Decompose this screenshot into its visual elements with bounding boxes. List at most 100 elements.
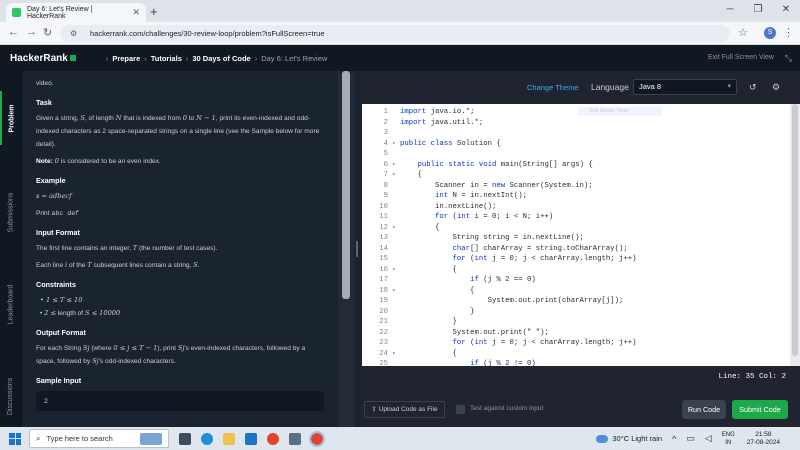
- line-number: 6: [383, 160, 388, 169]
- breadcrumb-prepare[interactable]: Prepare: [112, 54, 140, 63]
- breadcrumb-tutorials[interactable]: Tutorials: [151, 54, 182, 63]
- edge-icon[interactable]: [201, 432, 213, 445]
- code-scroll-thumb[interactable]: [792, 104, 798, 356]
- code-line[interactable]: 15 for (int j = 0; j < charArray.length;…: [362, 254, 790, 265]
- code-keyword: for: [452, 339, 466, 347]
- tab-discussions[interactable]: Discussions: [0, 365, 22, 427]
- change-theme-link[interactable]: Change Theme: [527, 83, 579, 92]
- code-text: {: [400, 265, 457, 274]
- app-icon[interactable]: [289, 432, 301, 445]
- tab-submissions[interactable]: Submissions: [0, 177, 22, 247]
- code-line[interactable]: 4 ▾ public class Solution {: [362, 139, 790, 150]
- editor-settings-icon[interactable]: ⚙: [772, 82, 780, 93]
- code-line[interactable]: 5: [362, 149, 790, 160]
- browser-menu-icon[interactable]: ⋮: [783, 26, 794, 39]
- submit-code-button[interactable]: Submit Code: [732, 400, 788, 419]
- splitter-grip-icon[interactable]: [356, 241, 358, 257]
- network-icon[interactable]: ▭: [686, 433, 695, 444]
- custom-input-checkbox[interactable]: [456, 405, 465, 414]
- tab-leaderboard[interactable]: Leaderboard: [0, 269, 22, 339]
- code-editor[interactable]: 1 import java.io.*; 2 import java.util.*; 3 4…: [362, 104, 790, 366]
- code-line[interactable]: 3: [362, 128, 790, 139]
- fold-chevron-icon[interactable]: ▾: [392, 170, 396, 181]
- code-line[interactable]: 24 ▾ {: [362, 349, 790, 360]
- close-window-icon[interactable]: ✕: [772, 0, 800, 22]
- url-field[interactable]: ⚙ hackerrank.com/challenges/30-review-lo…: [60, 25, 730, 42]
- fold-chevron-icon[interactable]: ▾: [392, 286, 396, 297]
- code-line[interactable]: 14 char[] charArray = string.toCharArray…: [362, 244, 790, 255]
- new-tab-button[interactable]: +: [150, 4, 158, 19]
- mail-icon[interactable]: [245, 432, 257, 445]
- code-line[interactable]: 11 for (int i = 0; i < N; i++): [362, 212, 790, 223]
- site-info-icon[interactable]: ⚙: [70, 25, 77, 42]
- problem-scroll-thumb[interactable]: [342, 71, 350, 299]
- profile-avatar[interactable]: S: [764, 27, 776, 39]
- volume-icon[interactable]: ◁: [705, 433, 712, 444]
- reload-icon[interactable]: ↻: [43, 26, 52, 39]
- fold-chevron-icon[interactable]: ▾: [392, 160, 396, 171]
- fold-chevron-icon[interactable]: ▾: [392, 349, 396, 360]
- task-view-icon[interactable]: [179, 432, 191, 445]
- code-keyword: int: [474, 339, 488, 347]
- tab-problem[interactable]: Problem: [0, 91, 22, 145]
- browser-tab[interactable]: Day 6: Let's Review | HackerRank ✕: [6, 3, 146, 22]
- code-line[interactable]: 21 }: [362, 317, 790, 328]
- tray-chevron-icon[interactable]: ^: [672, 434, 676, 444]
- clock-date: 27-08-2024: [746, 438, 780, 446]
- taskbar-search[interactable]: ⌕ Type here to search: [29, 429, 169, 448]
- back-icon[interactable]: ←: [8, 26, 19, 38]
- weather-widget[interactable]: 30°C Light rain: [596, 434, 662, 443]
- custom-input-label[interactable]: Test against custom input: [470, 405, 543, 412]
- bookmark-star-icon[interactable]: ☆: [738, 26, 748, 39]
- run-code-button[interactable]: Run Code: [682, 400, 726, 419]
- minimize-icon[interactable]: ─: [716, 0, 744, 22]
- code-line[interactable]: 23 for (int j = 0; j < charArray.length;…: [362, 338, 790, 349]
- maximize-icon[interactable]: ❐: [744, 0, 772, 22]
- reset-code-icon[interactable]: ↺: [749, 82, 757, 93]
- language-indicator[interactable]: ENG IN: [722, 431, 735, 447]
- code-line[interactable]: 7 ▾ {: [362, 170, 790, 181]
- output-text: 's even-indexed characters, followed: [184, 345, 291, 352]
- code-keyword: if: [470, 360, 479, 366]
- fold-chevron-icon[interactable]: ▾: [392, 223, 396, 234]
- code-line[interactable]: 16 ▾ {: [362, 265, 790, 276]
- code-line[interactable]: 8 Scanner in = new Scanner(System.in);: [362, 181, 790, 192]
- code-line[interactable]: 20 }: [362, 307, 790, 318]
- fold-chevron-icon[interactable]: ▾: [392, 139, 396, 150]
- forward-icon[interactable]: →: [26, 26, 37, 38]
- code-line[interactable]: 25 if (j % 2 != 0): [362, 359, 790, 366]
- chrome-active-icon[interactable]: [309, 430, 325, 447]
- code-line[interactable]: 1 import java.io.*;: [362, 107, 790, 118]
- note-label: Note:: [36, 158, 53, 165]
- windows-start-icon[interactable]: [9, 432, 21, 445]
- exit-full-screen-link[interactable]: Exit Full Screen View: [708, 54, 774, 61]
- input-format-heading: Input Format: [36, 228, 80, 237]
- code-line[interactable]: 10 in.nextLine();: [362, 202, 790, 213]
- input-text: of the: [68, 262, 86, 269]
- upload-code-button[interactable]: ⇪ Upload Code as File: [364, 401, 445, 418]
- upload-code-label: Upload Code as File: [378, 406, 438, 413]
- code-line[interactable]: 12 ▾ {: [362, 223, 790, 234]
- code-line[interactable]: 22 System.out.print(" ");: [362, 328, 790, 339]
- code-scrollbar[interactable]: [790, 104, 800, 366]
- system-clock[interactable]: 21:58 27-08-2024: [747, 431, 780, 447]
- language-select[interactable]: Java 8 ▾: [633, 79, 737, 95]
- chrome-icon[interactable]: [267, 432, 279, 445]
- close-tab-icon[interactable]: ✕: [132, 7, 140, 18]
- code-line[interactable]: 17 if (j % 2 == 0): [362, 275, 790, 286]
- code-line[interactable]: 13 String string = in.nextLine();: [362, 233, 790, 244]
- code-line[interactable]: 18 ▾ {: [362, 286, 790, 297]
- problem-scrollbar[interactable]: [338, 71, 354, 427]
- code-line[interactable]: 19 System.out.print(charArray[j]);: [362, 296, 790, 307]
- task-heading: Task: [36, 98, 52, 107]
- window-controls: ─ ❐ ✕: [716, 0, 800, 22]
- hackerrank-logo[interactable]: HackerRank: [10, 53, 76, 64]
- code-text: char[] charArray = string.toCharArray();: [452, 244, 628, 253]
- file-explorer-icon[interactable]: [223, 432, 235, 445]
- breadcrumb-30-days[interactable]: 30 Days of Code: [192, 54, 250, 63]
- fold-chevron-icon[interactable]: ▾: [392, 265, 396, 276]
- exit-full-screen-icon[interactable]: ⤡: [785, 53, 792, 64]
- code-line[interactable]: 9 int N = in.nextInt();: [362, 191, 790, 202]
- code-line[interactable]: 2 import java.util.*;: [362, 118, 790, 129]
- code-line[interactable]: 6 ▾ public static void main(String[] args…: [362, 160, 790, 171]
